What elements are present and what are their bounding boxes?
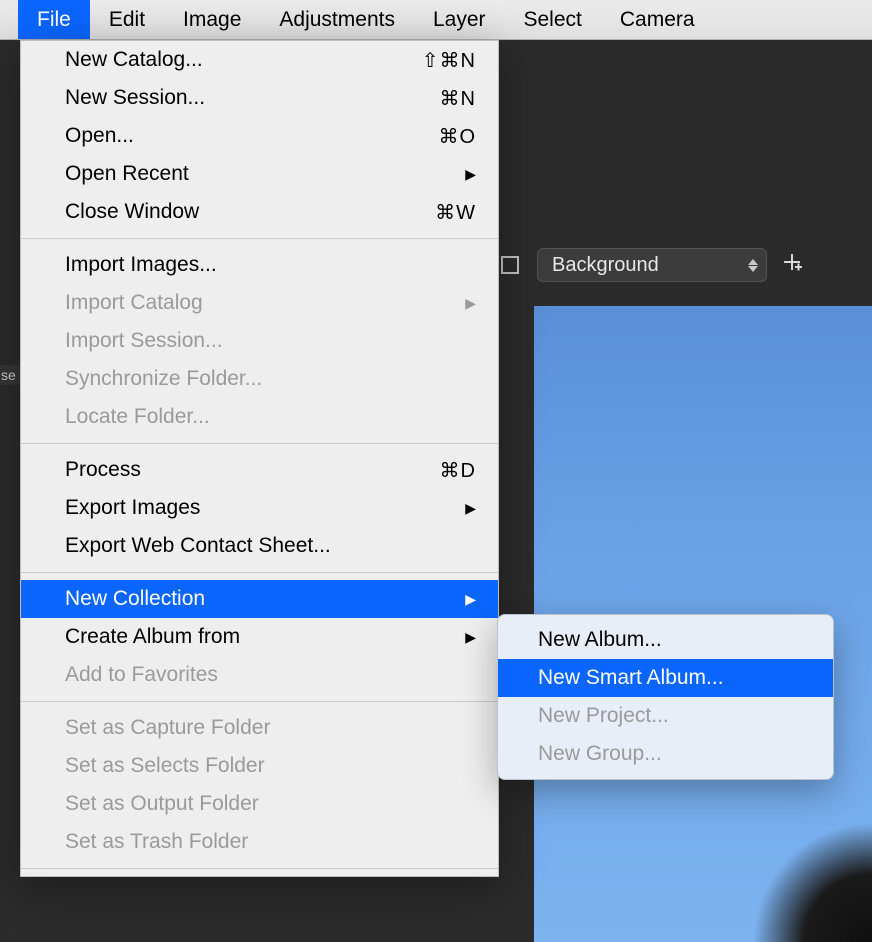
menu-item: Set as Trash Folder (21, 823, 498, 861)
menu-item-label: Export Images (65, 496, 200, 520)
menu-item: Set as Selects Folder (21, 747, 498, 785)
menubar-item-layer[interactable]: Layer (414, 0, 505, 39)
menu-item-label: Set as Capture Folder (65, 716, 270, 740)
menubar-item-label: Layer (433, 8, 486, 32)
menu-item-label: New Session... (65, 86, 205, 110)
file-menu: New Catalog... ⇧⌘N New Session... ⌘N Open...… (20, 40, 499, 877)
menu-item[interactable]: Export Web Contact Sheet... (21, 527, 498, 565)
menu-item[interactable]: Open... ⌘O (21, 117, 498, 155)
menu-item-shortcut: ⌘O (438, 124, 476, 149)
submenu-arrow-icon: ▶ (465, 591, 476, 608)
menu-item: Set as Capture Folder (21, 709, 498, 747)
menu-item-label: Process (65, 458, 141, 482)
menu-item-label: Synchronize Folder... (65, 367, 262, 391)
menu-item-label: Set as Output Folder (65, 792, 259, 816)
menubar-item-adjustments[interactable]: Adjustments (260, 0, 414, 39)
menu-item-label: Open... (65, 124, 134, 148)
menu-item[interactable]: New Session... ⌘N (21, 79, 498, 117)
menu-item-label: New Catalog... (65, 48, 203, 72)
menubar-item-select[interactable]: Select (505, 0, 601, 39)
menu-separator (21, 701, 498, 702)
dropdown-label: Background (552, 254, 659, 277)
submenu-item-label: New Group... (538, 742, 662, 766)
submenu-item: New Group... (498, 735, 833, 773)
menu-item-shortcut: ⇧⌘N (422, 48, 476, 73)
submenu-item-label: New Album... (538, 628, 662, 652)
submenu-item-label: New Project... (538, 704, 669, 728)
menu-item: Add to Favorites (21, 656, 498, 694)
menu-item[interactable]: New Catalog... ⇧⌘N (21, 41, 498, 79)
submenu-item-label: New Smart Album... (538, 666, 724, 690)
menu-item-label: New Collection (65, 587, 205, 611)
menu-item-label: Set as Trash Folder (65, 830, 248, 854)
menu-item-label: Import Session... (65, 329, 223, 353)
menubar-item-label: File (37, 8, 71, 32)
menu-item-label: Close Window (65, 200, 199, 224)
menubar-item-label: Camera (620, 8, 695, 32)
menu-item: Locate Folder... (21, 398, 498, 436)
menubar-item-file[interactable]: File (18, 0, 90, 39)
menu-item[interactable]: Close Window ⌘W (21, 193, 498, 231)
menu-separator (21, 443, 498, 444)
menubar-item-camera[interactable]: Camera (601, 0, 714, 39)
menu-item-shortcut: ⌘D (440, 458, 476, 483)
menu-item-label: Create Album from (65, 625, 240, 649)
menu-item: Import Catalog ▶ (21, 284, 498, 322)
menu-item-label: Open Recent (65, 162, 189, 186)
layer-dropdown[interactable]: Background (537, 248, 767, 282)
menubar-item-label: Adjustments (279, 8, 395, 32)
menu-item: Synchronize Folder... (21, 360, 498, 398)
add-layer-button[interactable] (781, 252, 803, 278)
menu-item: Import Session... (21, 322, 498, 360)
menu-item-label: Import Images... (65, 253, 217, 277)
menu-item-label: Locate Folder... (65, 405, 210, 429)
menu-item-shortcut: ⌘W (435, 200, 476, 225)
menu-separator (21, 572, 498, 573)
new-collection-submenu: New Album... New Smart Album... New Projec… (497, 614, 834, 780)
menubar-item-label: Edit (109, 8, 145, 32)
menu-item-label: Add to Favorites (65, 663, 218, 687)
submenu-item[interactable]: New Album... (498, 621, 833, 659)
submenu-arrow-icon: ▶ (465, 166, 476, 183)
menu-item-label: Set as Selects Folder (65, 754, 265, 778)
menu-item[interactable]: Process ⌘D (21, 451, 498, 489)
menu-item-label: Import Catalog (65, 291, 203, 315)
menu-item: Set as Output Folder (21, 785, 498, 823)
menubar: File Edit Image Adjustments Layer Select… (0, 0, 872, 40)
menubar-item-label: Select (524, 8, 582, 32)
submenu-arrow-icon: ▶ (465, 295, 476, 312)
menu-item-shortcut: ⌘N (440, 86, 476, 111)
crop-icon[interactable] (497, 252, 523, 278)
menu-separator (21, 238, 498, 239)
toolbar: Background (497, 248, 803, 282)
menu-item[interactable]: Open Recent ▶ (21, 155, 498, 193)
menu-item[interactable]: New Collection ▶ (21, 580, 498, 618)
menu-item[interactable]: Create Album from ▶ (21, 618, 498, 656)
sidebar-fragment: se (0, 365, 20, 385)
menu-item-label: Export Web Contact Sheet... (65, 534, 331, 558)
submenu-item: New Project... (498, 697, 833, 735)
updown-arrows-icon (748, 259, 758, 272)
menu-item[interactable]: Import Images... (21, 246, 498, 284)
menubar-item-edit[interactable]: Edit (90, 0, 164, 39)
menubar-item-image[interactable]: Image (164, 0, 260, 39)
submenu-item[interactable]: New Smart Album... (498, 659, 833, 697)
menu-separator (21, 868, 498, 869)
submenu-arrow-icon: ▶ (465, 500, 476, 517)
menu-item[interactable]: Export Images ▶ (21, 489, 498, 527)
photo-subject (752, 822, 872, 942)
menubar-item-label: Image (183, 8, 241, 32)
submenu-arrow-icon: ▶ (465, 629, 476, 646)
menubar-leading (0, 0, 18, 39)
